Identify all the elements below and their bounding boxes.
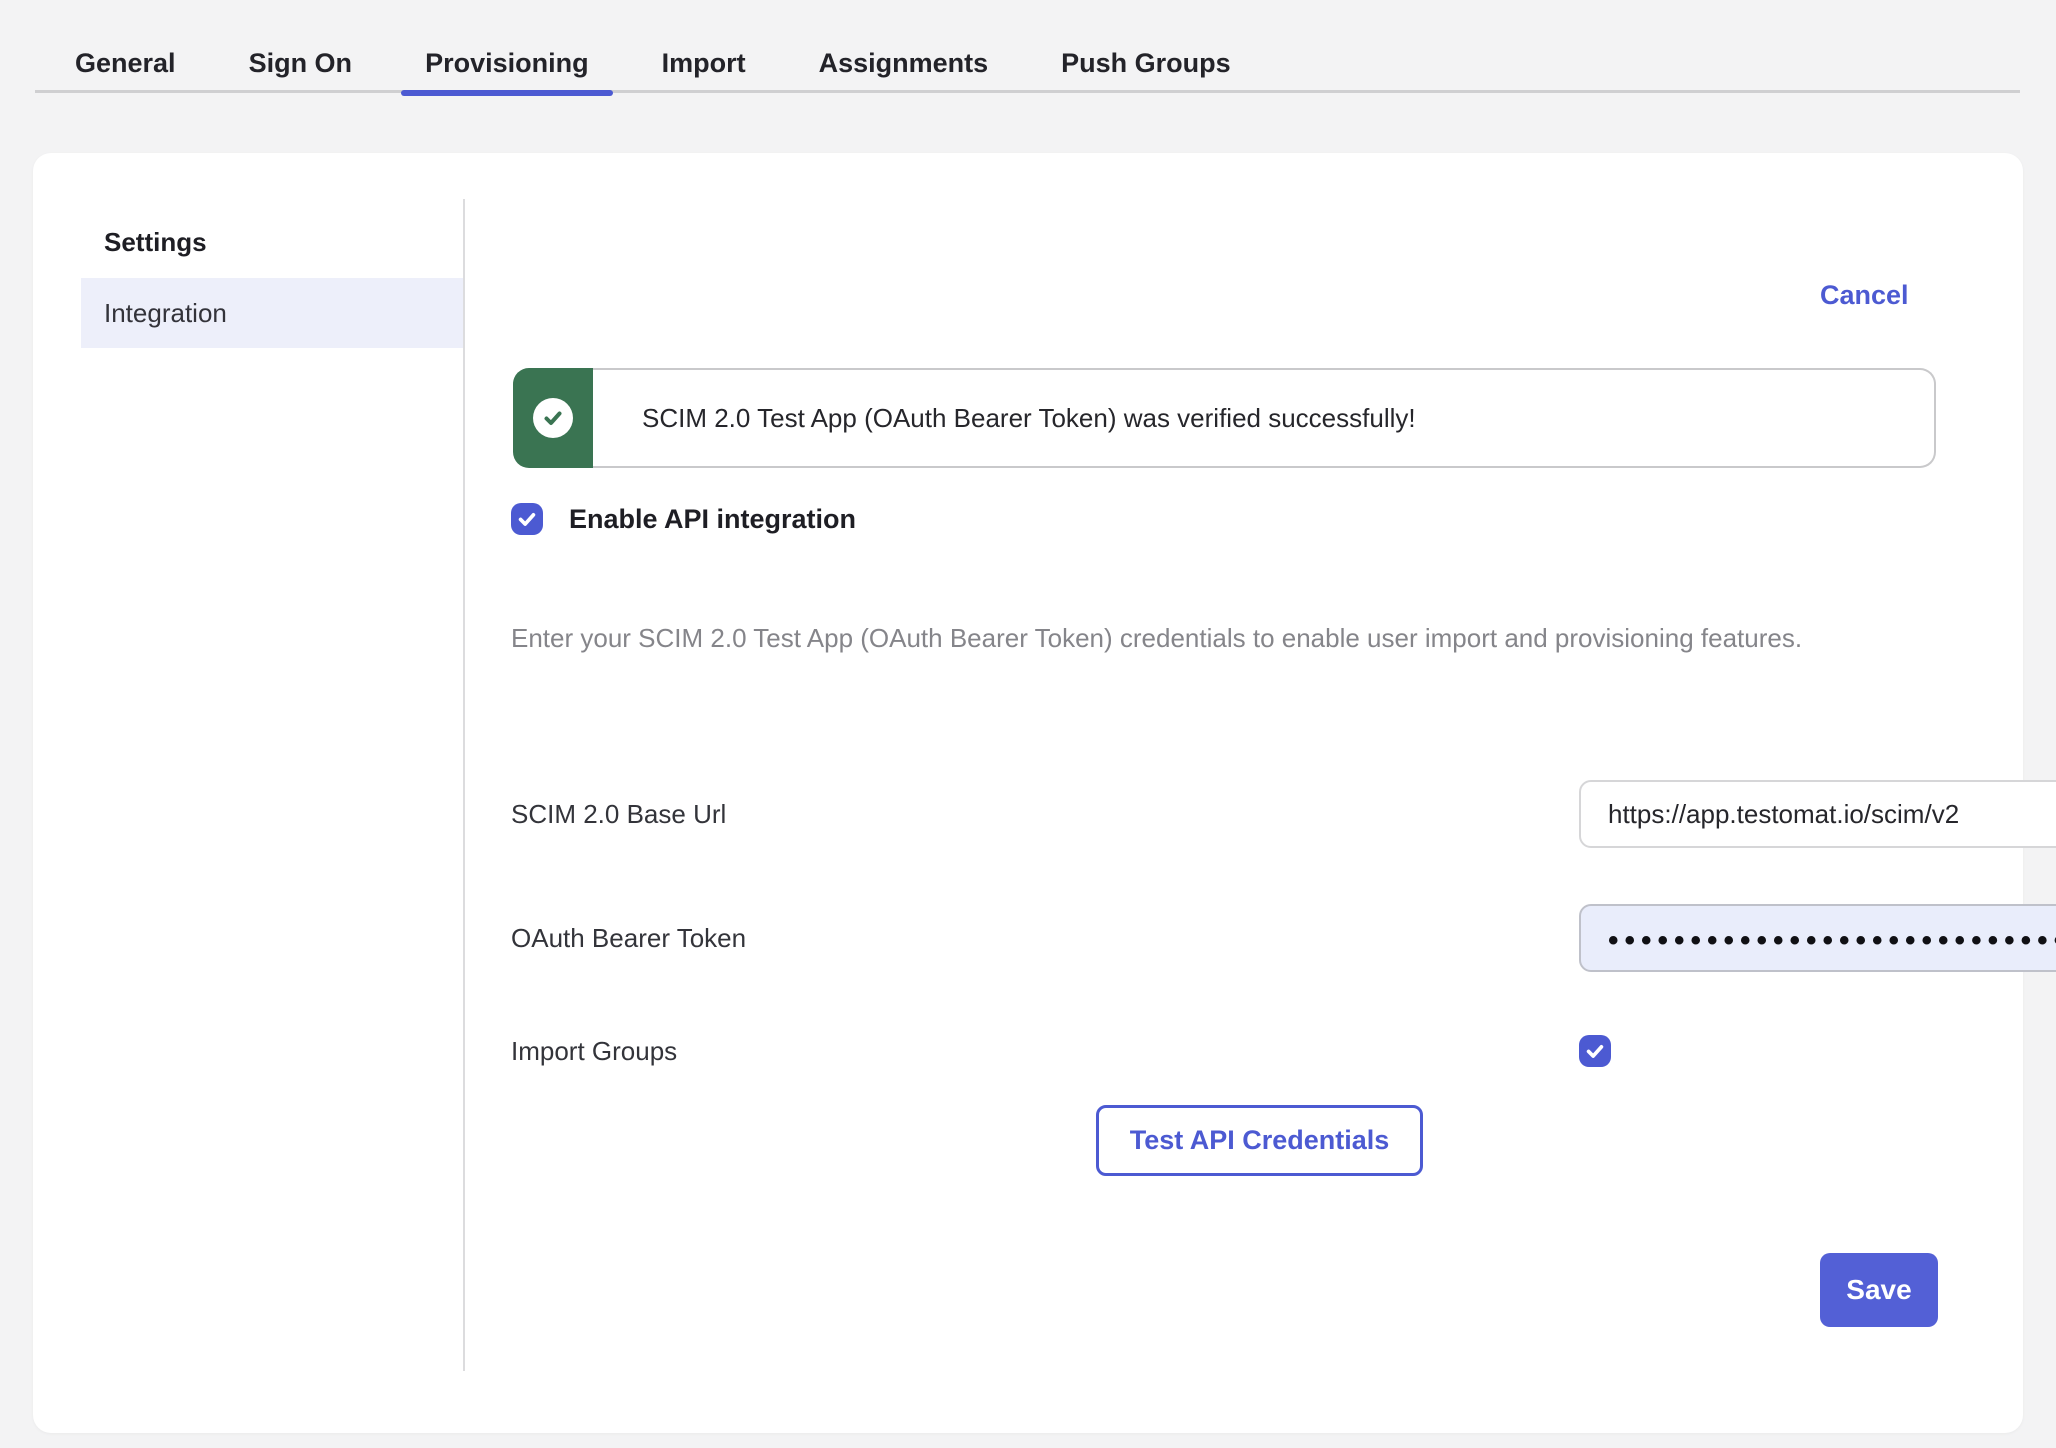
import-groups-label: Import Groups <box>511 1036 677 1067</box>
sidebar-item-integration[interactable]: Integration <box>81 278 463 348</box>
success-banner: SCIM 2.0 Test App (OAuth Bearer Token) w… <box>513 368 1936 468</box>
save-button[interactable]: Save <box>1820 1253 1938 1327</box>
enable-api-row: Enable API integration <box>511 503 856 535</box>
sidebar-divider <box>463 199 465 1371</box>
success-banner-message: SCIM 2.0 Test App (OAuth Bearer Token) w… <box>593 368 1936 468</box>
enable-api-checkbox[interactable] <box>511 503 543 535</box>
provisioning-settings-page: General Sign On Provisioning Import Assi… <box>0 0 2056 1448</box>
base-url-row: SCIM 2.0 Base Url https://app.testomat.i… <box>511 780 1937 848</box>
check-circle-icon <box>533 398 573 438</box>
credentials-description: Enter your SCIM 2.0 Test App (OAuth Bear… <box>511 615 1911 662</box>
sidebar-item-label: Integration <box>104 298 227 329</box>
cancel-button[interactable]: Cancel <box>1820 280 1909 311</box>
bearer-token-label: OAuth Bearer Token <box>511 923 746 954</box>
enable-api-label: Enable API integration <box>569 504 856 535</box>
bearer-token-input[interactable]: ••••••••••••••••••••••••••••••••••••••••… <box>1579 904 2056 972</box>
tab-list: General Sign On Provisioning Import Assi… <box>75 0 2020 93</box>
app-tab-bar: General Sign On Provisioning Import Assi… <box>35 0 2020 93</box>
success-banner-icon-block <box>513 368 593 468</box>
tab-general[interactable]: General <box>75 0 176 93</box>
bearer-token-row: OAuth Bearer Token •••••••••••••••••••••… <box>511 904 1937 972</box>
import-groups-checkbox[interactable] <box>1579 1035 1611 1067</box>
provisioning-card: Settings Integration Cancel SCIM 2.0 Tes… <box>33 153 2023 1433</box>
base-url-input[interactable]: https://app.testomat.io/scim/v2 <box>1579 780 2056 848</box>
tab-provisioning[interactable]: Provisioning <box>425 0 589 93</box>
base-url-label: SCIM 2.0 Base Url <box>511 799 726 830</box>
test-api-credentials-button[interactable]: Test API Credentials <box>1096 1105 1423 1176</box>
tab-push-groups[interactable]: Push Groups <box>1061 0 1231 93</box>
tab-import[interactable]: Import <box>662 0 746 93</box>
tab-sign-on[interactable]: Sign On <box>249 0 353 93</box>
tab-assignments[interactable]: Assignments <box>819 0 989 93</box>
sidebar-heading: Settings <box>104 225 207 259</box>
import-groups-row: Import Groups <box>511 1025 1937 1077</box>
